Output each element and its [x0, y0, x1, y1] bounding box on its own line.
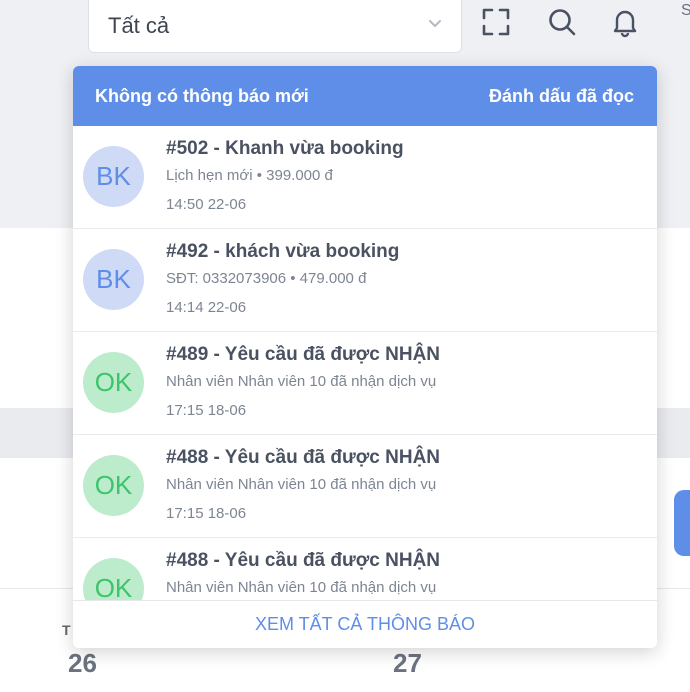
notification-item[interactable]: BK #502 - Khanh vừa booking Lịch hẹn mới… [73, 126, 657, 229]
notification-item[interactable]: OK #488 - Yêu cầu đã được NHẬN Nhân viên… [73, 435, 657, 538]
notification-title: #492 - khách vừa booking [166, 241, 400, 262]
notification-item[interactable]: BK #492 - khách vừa booking SĐT: 0332073… [73, 229, 657, 332]
calendar-day-26[interactable]: 26 [68, 648, 97, 679]
notification-time: 14:14 22-06 [166, 299, 247, 316]
notification-list[interactable]: BK #502 - Khanh vừa booking Lịch hẹn mới… [73, 126, 657, 600]
notification-title: #502 - Khanh vừa booking [166, 138, 404, 159]
notification-time: 17:15 18-06 [166, 402, 247, 419]
chevron-down-icon [427, 15, 443, 31]
notification-description: SĐT: 0332073906 • 479.000 đ [166, 270, 367, 287]
notification-dropdown: Không có thông báo mới Đánh dấu đã đọc B… [73, 66, 657, 648]
notification-title: #488 - Yêu cầu đã được NHẬN [166, 447, 441, 468]
notification-title: #489 - Yêu cầu đã được NHẬN [166, 344, 441, 365]
avatar: OK [83, 352, 144, 413]
notification-item[interactable]: OK #489 - Yêu cầu đã được NHẬN Nhân viên… [73, 332, 657, 435]
notification-header: Không có thông báo mới Đánh dấu đã đọc [73, 66, 657, 126]
calendar-weekday: T [62, 622, 71, 638]
notification-time: 14:50 22-06 [166, 196, 247, 213]
notification-description: Lịch hẹn mới • 399.000 đ [166, 167, 333, 184]
view-all-notifications-link[interactable]: XEM TẤT CẢ THÔNG BÁO [255, 614, 475, 635]
avatar: BK [83, 249, 144, 310]
mark-all-read-button[interactable]: Đánh dấu đã đọc [489, 86, 634, 107]
fullscreen-icon[interactable] [480, 6, 512, 38]
filter-select-value: Tất cả [108, 13, 170, 38]
notification-description: Nhân viên Nhân viên 10 đã nhận dịch vụ [166, 476, 437, 493]
notification-footer: XEM TẤT CẢ THÔNG BÁO [73, 600, 657, 648]
notification-time: 17:15 18-06 [166, 505, 247, 522]
truncated-label: S [681, 2, 690, 19]
avatar: OK [83, 558, 144, 600]
search-icon[interactable] [546, 6, 578, 38]
notification-header-title: Không có thông báo mới [95, 85, 309, 106]
avatar: BK [83, 146, 144, 207]
avatar: OK [83, 455, 144, 516]
notification-description: Nhân viên Nhân viên 10 đã nhận dịch vụ [166, 373, 437, 390]
calendar-day-27[interactable]: 27 [393, 648, 422, 679]
notification-title: #488 - Yêu cầu đã được NHẬN [166, 550, 441, 571]
filter-select[interactable]: Tất cả [88, 0, 462, 53]
notification-description: Nhân viên Nhân viên 10 đã nhận dịch vụ [166, 579, 437, 596]
notification-item[interactable]: OK #488 - Yêu cầu đã được NHẬN Nhân viên… [73, 538, 657, 600]
side-tab[interactable] [674, 490, 690, 556]
bell-icon[interactable] [609, 6, 641, 38]
